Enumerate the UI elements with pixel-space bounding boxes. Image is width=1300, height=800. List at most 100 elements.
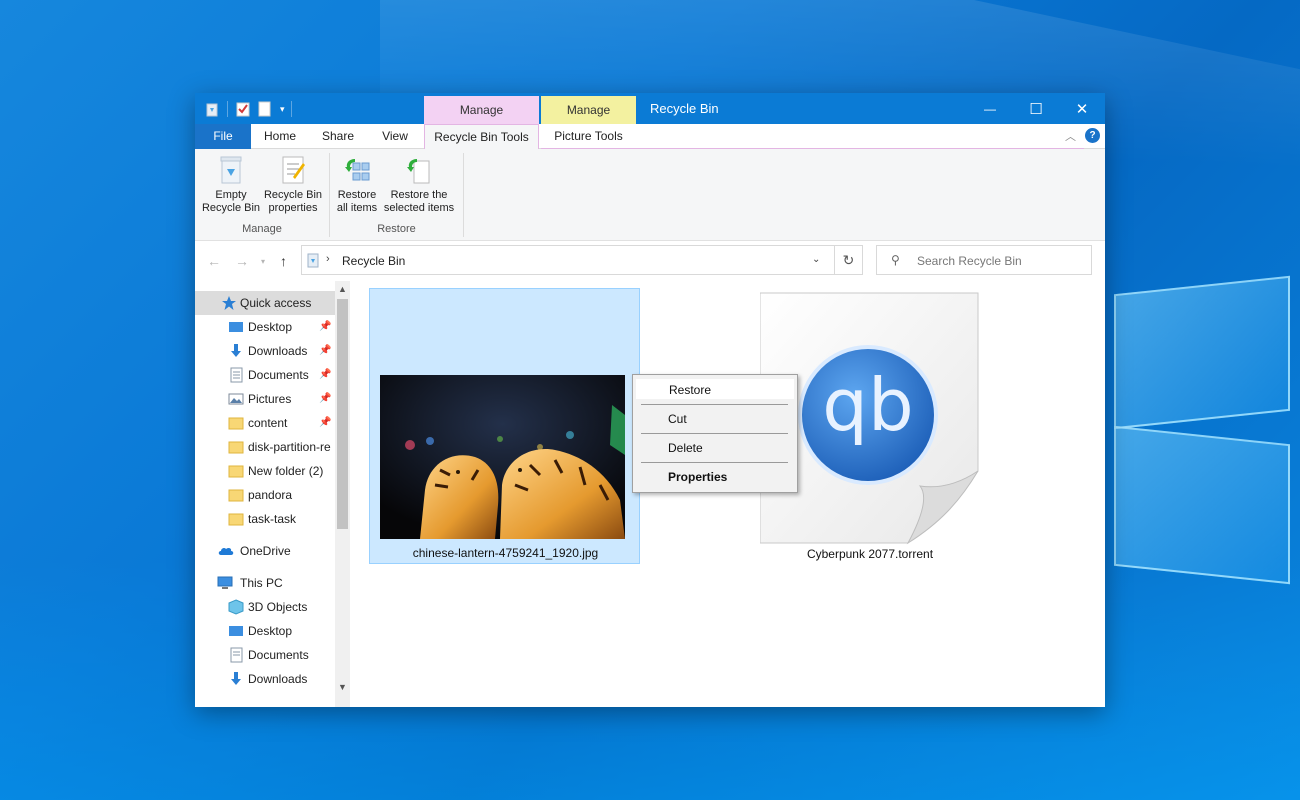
documents-icon: [228, 367, 244, 383]
nav-this-pc-label: This PC: [240, 576, 283, 590]
nav-quick-access[interactable]: Quick access: [195, 291, 335, 315]
tab-picture-tools[interactable]: Picture Tools: [541, 124, 636, 149]
empty-recycle-bin-button[interactable]: Empty Recycle Bin: [201, 155, 261, 215]
title-bar: ▾ Manage Manage Recycle Bin — ☐ ✕: [195, 93, 1105, 124]
navigation-bar: ← → ▾ ↑ › Recycle Bin ⌄ ↻ ⚲ Search Recyc…: [195, 241, 1105, 281]
folder-icon: [228, 487, 244, 503]
restore-all-icon: [343, 155, 371, 185]
restore-selected-label-1: Restore the: [390, 189, 448, 201]
tab-home[interactable]: Home: [251, 124, 309, 149]
nav-item-task-task[interactable]: task-task: [195, 507, 335, 531]
quick-access-toolbar: ▾: [205, 100, 292, 118]
nav-item-label: Desktop: [248, 320, 293, 334]
nav-item-label: disk-partition-re: [248, 440, 331, 454]
recycle-bin-properties-button[interactable]: Recycle Bin properties: [261, 155, 325, 215]
contextual-header-manage-recycle: Manage: [424, 96, 539, 124]
scrollbar-thumb[interactable]: [337, 299, 348, 529]
windows-logo: [1110, 255, 1300, 590]
tab-view[interactable]: View: [367, 124, 423, 149]
recycle-bin-properties-label-1: Recycle Bin: [263, 189, 323, 201]
context-menu-restore[interactable]: Restore: [635, 378, 795, 400]
forward-arrow-icon[interactable]: →: [235, 253, 249, 269]
nav-item-pc-downloads[interactable]: Downloads: [195, 667, 335, 691]
help-icon[interactable]: ?: [1085, 128, 1100, 143]
pictures-icon: [228, 391, 244, 407]
close-button[interactable]: ✕: [1059, 93, 1105, 124]
3d-objects-icon: [228, 599, 244, 615]
nav-scrollbar[interactable]: ▲ ▼: [335, 281, 350, 707]
maximize-button[interactable]: ☐: [1013, 93, 1059, 124]
pin-icon[interactable]: 📌: [319, 339, 331, 363]
window-title: Recycle Bin: [650, 101, 719, 116]
search-placeholder: Search Recycle Bin: [917, 254, 1022, 268]
nav-item-desktop[interactable]: Desktop 📌: [195, 315, 335, 339]
tab-file[interactable]: File: [195, 124, 251, 149]
star-icon: [221, 295, 237, 311]
restore-selected-items-button[interactable]: Restore the selected items: [383, 155, 455, 215]
image-thumbnail: [380, 375, 625, 539]
context-menu-delete[interactable]: Delete: [635, 437, 795, 459]
nav-this-pc[interactable]: This PC: [195, 571, 335, 595]
recycle-bin-properties-label-2: properties: [268, 202, 318, 214]
nav-item-pc-desktop[interactable]: Desktop: [195, 619, 335, 643]
breadcrumb-separator-icon: ›: [326, 253, 330, 265]
context-menu-separator: [641, 462, 788, 463]
nav-item-documents[interactable]: Documents 📌: [195, 363, 335, 387]
collapse-ribbon-icon[interactable]: ︿: [1065, 128, 1076, 144]
nav-item-pandora[interactable]: pandora: [195, 483, 335, 507]
recycle-bin-icon[interactable]: [205, 101, 219, 117]
nav-item-content[interactable]: content 📌: [195, 411, 335, 435]
address-dropdown-icon[interactable]: ⌄: [812, 254, 820, 265]
restore-all-label-2: all items: [336, 202, 378, 214]
file-item-image[interactable]: chinese-lantern-4759241_1920.jpg: [369, 288, 640, 564]
nav-item-label: Documents: [248, 648, 309, 662]
folder-icon: [228, 415, 244, 431]
context-menu: Restore Cut Delete Properties: [632, 374, 798, 493]
nav-item-downloads[interactable]: Downloads 📌: [195, 339, 335, 363]
nav-item-pc-documents[interactable]: Documents: [195, 643, 335, 667]
context-menu-cut[interactable]: Cut: [635, 408, 795, 430]
nav-item-label: 3D Objects: [248, 600, 308, 614]
properties-check-icon[interactable]: [236, 101, 250, 117]
context-menu-properties[interactable]: Properties: [635, 466, 795, 488]
properties-icon: [279, 155, 307, 185]
tab-share[interactable]: Share: [309, 124, 367, 149]
customize-dropdown-icon[interactable]: ▾: [280, 104, 285, 115]
minimize-button[interactable]: —: [967, 93, 1013, 124]
nav-item-3d-objects[interactable]: 3D Objects: [195, 595, 335, 619]
pin-icon[interactable]: 📌: [319, 363, 331, 387]
recent-locations-dropdown-icon[interactable]: ▾: [261, 257, 265, 266]
refresh-icon: ↻: [842, 251, 855, 268]
empty-recycle-bin-label-2: Recycle Bin: [201, 202, 261, 214]
address-bar[interactable]: › Recycle Bin ⌄: [301, 245, 835, 275]
search-input[interactable]: ⚲ Search Recycle Bin: [876, 245, 1092, 275]
refresh-button[interactable]: ↻: [835, 245, 863, 275]
pin-icon[interactable]: 📌: [319, 315, 331, 339]
restore-all-items-button[interactable]: Restore all items: [333, 155, 381, 215]
navigation-pane: Quick access Desktop 📌 Downloads 📌 Docum…: [195, 281, 350, 707]
tab-recycle-bin-tools[interactable]: Recycle Bin Tools: [424, 124, 539, 150]
group-label-restore: Restore: [377, 223, 416, 235]
breadcrumb-recycle-bin[interactable]: Recycle Bin: [342, 254, 405, 268]
nav-item-pictures[interactable]: Pictures 📌: [195, 387, 335, 411]
folder-icon: [228, 511, 244, 527]
scroll-down-icon[interactable]: ▼: [335, 679, 350, 695]
close-icon: ✕: [1075, 100, 1089, 118]
empty-recycle-bin-label-1: Empty: [215, 189, 247, 201]
pin-icon[interactable]: 📌: [319, 387, 331, 411]
scroll-up-icon[interactable]: ▲: [335, 281, 350, 297]
nav-item-label: Documents: [248, 368, 309, 382]
folder-icon: [228, 463, 244, 479]
nav-item-new-folder-2[interactable]: New folder (2): [195, 459, 335, 483]
new-folder-icon[interactable]: [258, 101, 272, 117]
up-arrow-icon[interactable]: ↑: [280, 253, 287, 269]
ribbon: Empty Recycle Bin Recycle Bin properties…: [195, 149, 1105, 241]
restore-selected-label-2: selected items: [383, 202, 455, 214]
nav-item-disk-partition[interactable]: disk-partition-re: [195, 435, 335, 459]
nav-item-label: Desktop: [248, 624, 293, 638]
maximize-icon: ☐: [1029, 100, 1043, 118]
nav-onedrive[interactable]: OneDrive: [195, 539, 335, 563]
back-arrow-icon[interactable]: ←: [207, 253, 221, 269]
nav-item-label: Downloads: [248, 344, 308, 358]
pin-icon[interactable]: 📌: [319, 411, 331, 435]
